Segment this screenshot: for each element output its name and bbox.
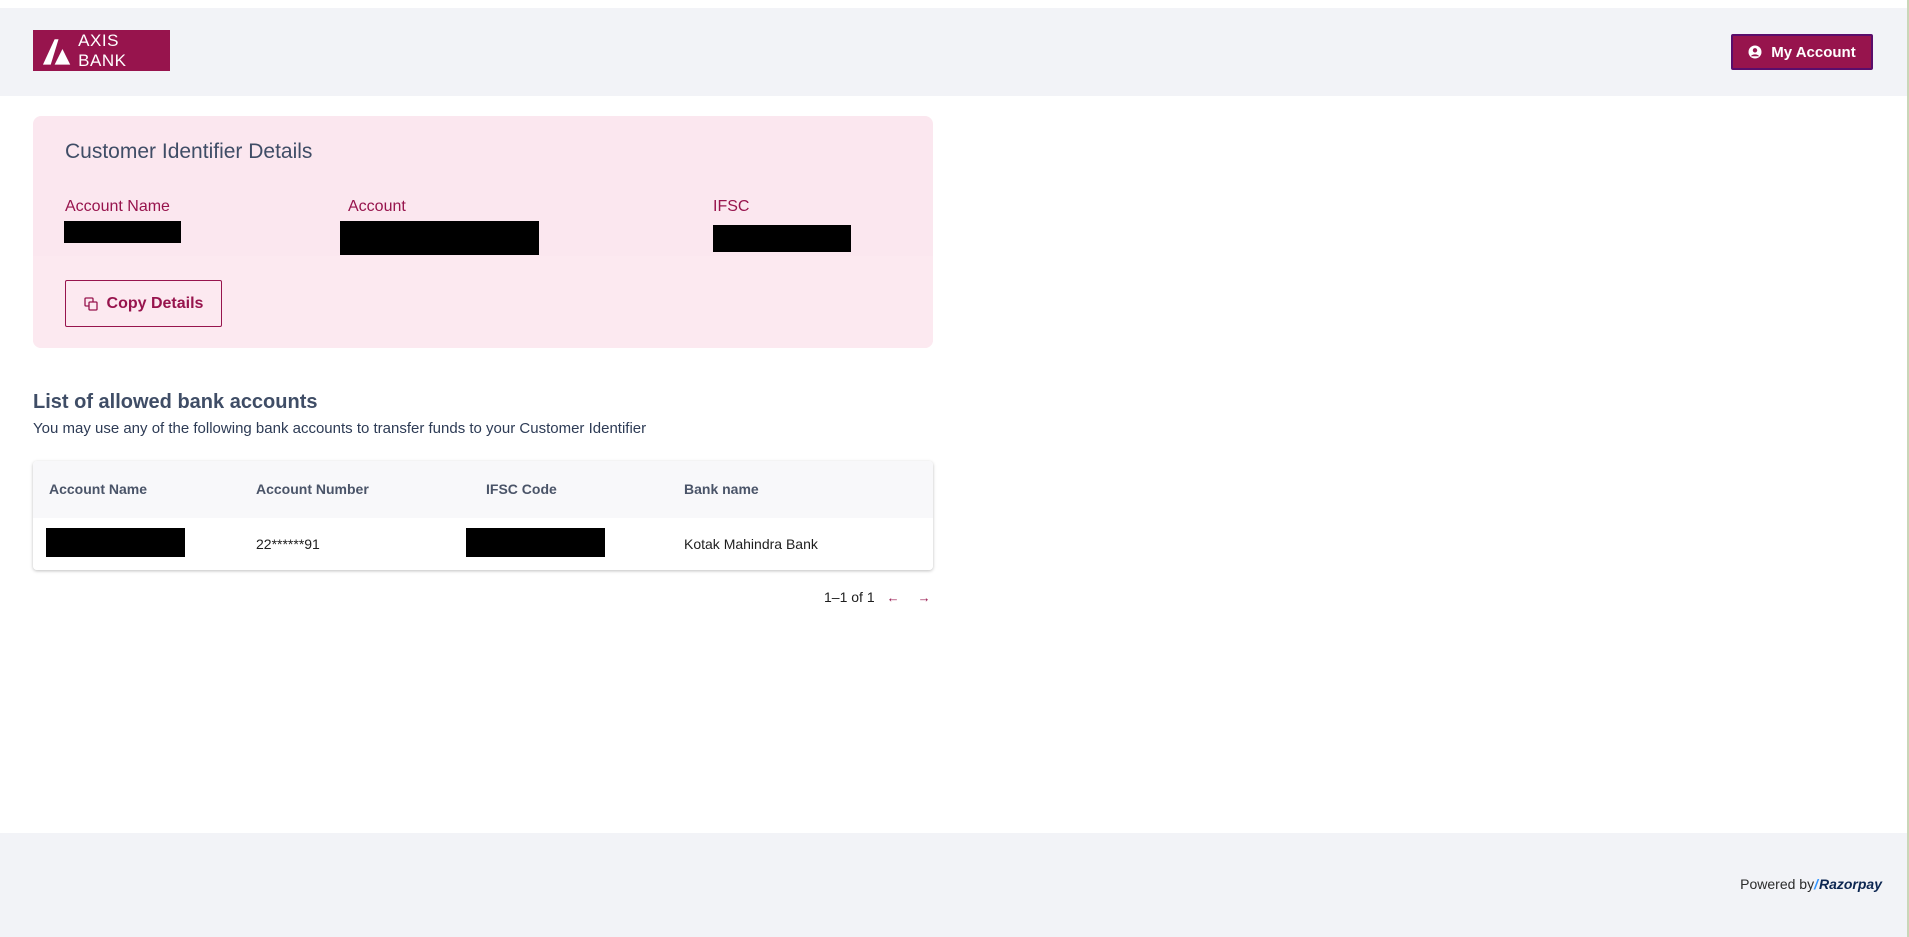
ifsc-label: IFSC <box>713 198 750 215</box>
prev-page-icon[interactable]: ← <box>887 590 900 605</box>
logo-text: AXIS BANK <box>78 30 127 70</box>
table-header: Account Name Account Number IFSC Code Ba… <box>33 461 933 519</box>
account-name-label: Account Name <box>65 198 170 215</box>
allowed-accounts-subtitle: You may use any of the following bank ac… <box>33 420 647 437</box>
my-account-button[interactable]: My Account <box>1731 34 1873 70</box>
pagination: 1–1 of 1 ← → <box>824 589 931 605</box>
ifsc-redacted <box>713 225 851 252</box>
copy-details-label: Copy Details <box>106 294 204 312</box>
customer-identifier-card: Customer Identifier Details Account Name… <box>33 116 933 348</box>
column-header-bank-name: Bank name <box>684 481 759 497</box>
account-label: Account <box>348 198 406 215</box>
copy-details-button[interactable]: Copy Details <box>65 280 222 327</box>
razorpay-mark-icon: / <box>1814 876 1818 892</box>
column-header-account-name: Account Name <box>49 481 148 497</box>
row-account-number: 22******91 <box>256 536 320 552</box>
pagination-range: 1–1 of 1 <box>824 589 875 605</box>
row-bank-name: Kotak Mahindra Bank <box>684 536 818 552</box>
header: AXIS BANK My Account <box>0 8 1909 96</box>
copy-icon <box>83 296 98 311</box>
axis-logo-icon <box>42 38 71 65</box>
next-page-icon[interactable]: → <box>918 590 931 605</box>
table-row[interactable]: 22******91 Kotak Mahindra Bank <box>33 518 933 570</box>
my-account-label: My Account <box>1771 43 1856 61</box>
powered-by-text: Powered by <box>1740 876 1815 892</box>
razorpay-logo[interactable]: Razorpay <box>1819 876 1882 892</box>
account-redacted <box>340 221 539 255</box>
powered-by: Powered by / Razorpay <box>1740 876 1882 892</box>
card-title: Customer Identifier Details <box>65 140 313 163</box>
account-name-redacted <box>64 221 181 243</box>
top-strip <box>0 0 1909 8</box>
column-header-account-number: Account Number <box>256 481 369 497</box>
axis-bank-logo[interactable]: AXIS BANK <box>33 30 170 71</box>
column-header-ifsc-code: IFSC Code <box>486 481 557 497</box>
row-ifsc-redacted <box>466 528 605 557</box>
allowed-accounts-title: List of allowed bank accounts <box>33 391 318 413</box>
user-circle-icon <box>1748 45 1762 59</box>
allowed-accounts-table: Account Name Account Number IFSC Code Ba… <box>33 461 933 570</box>
row-account-name-redacted <box>46 528 185 557</box>
footer: Powered by / Razorpay <box>0 833 1909 937</box>
